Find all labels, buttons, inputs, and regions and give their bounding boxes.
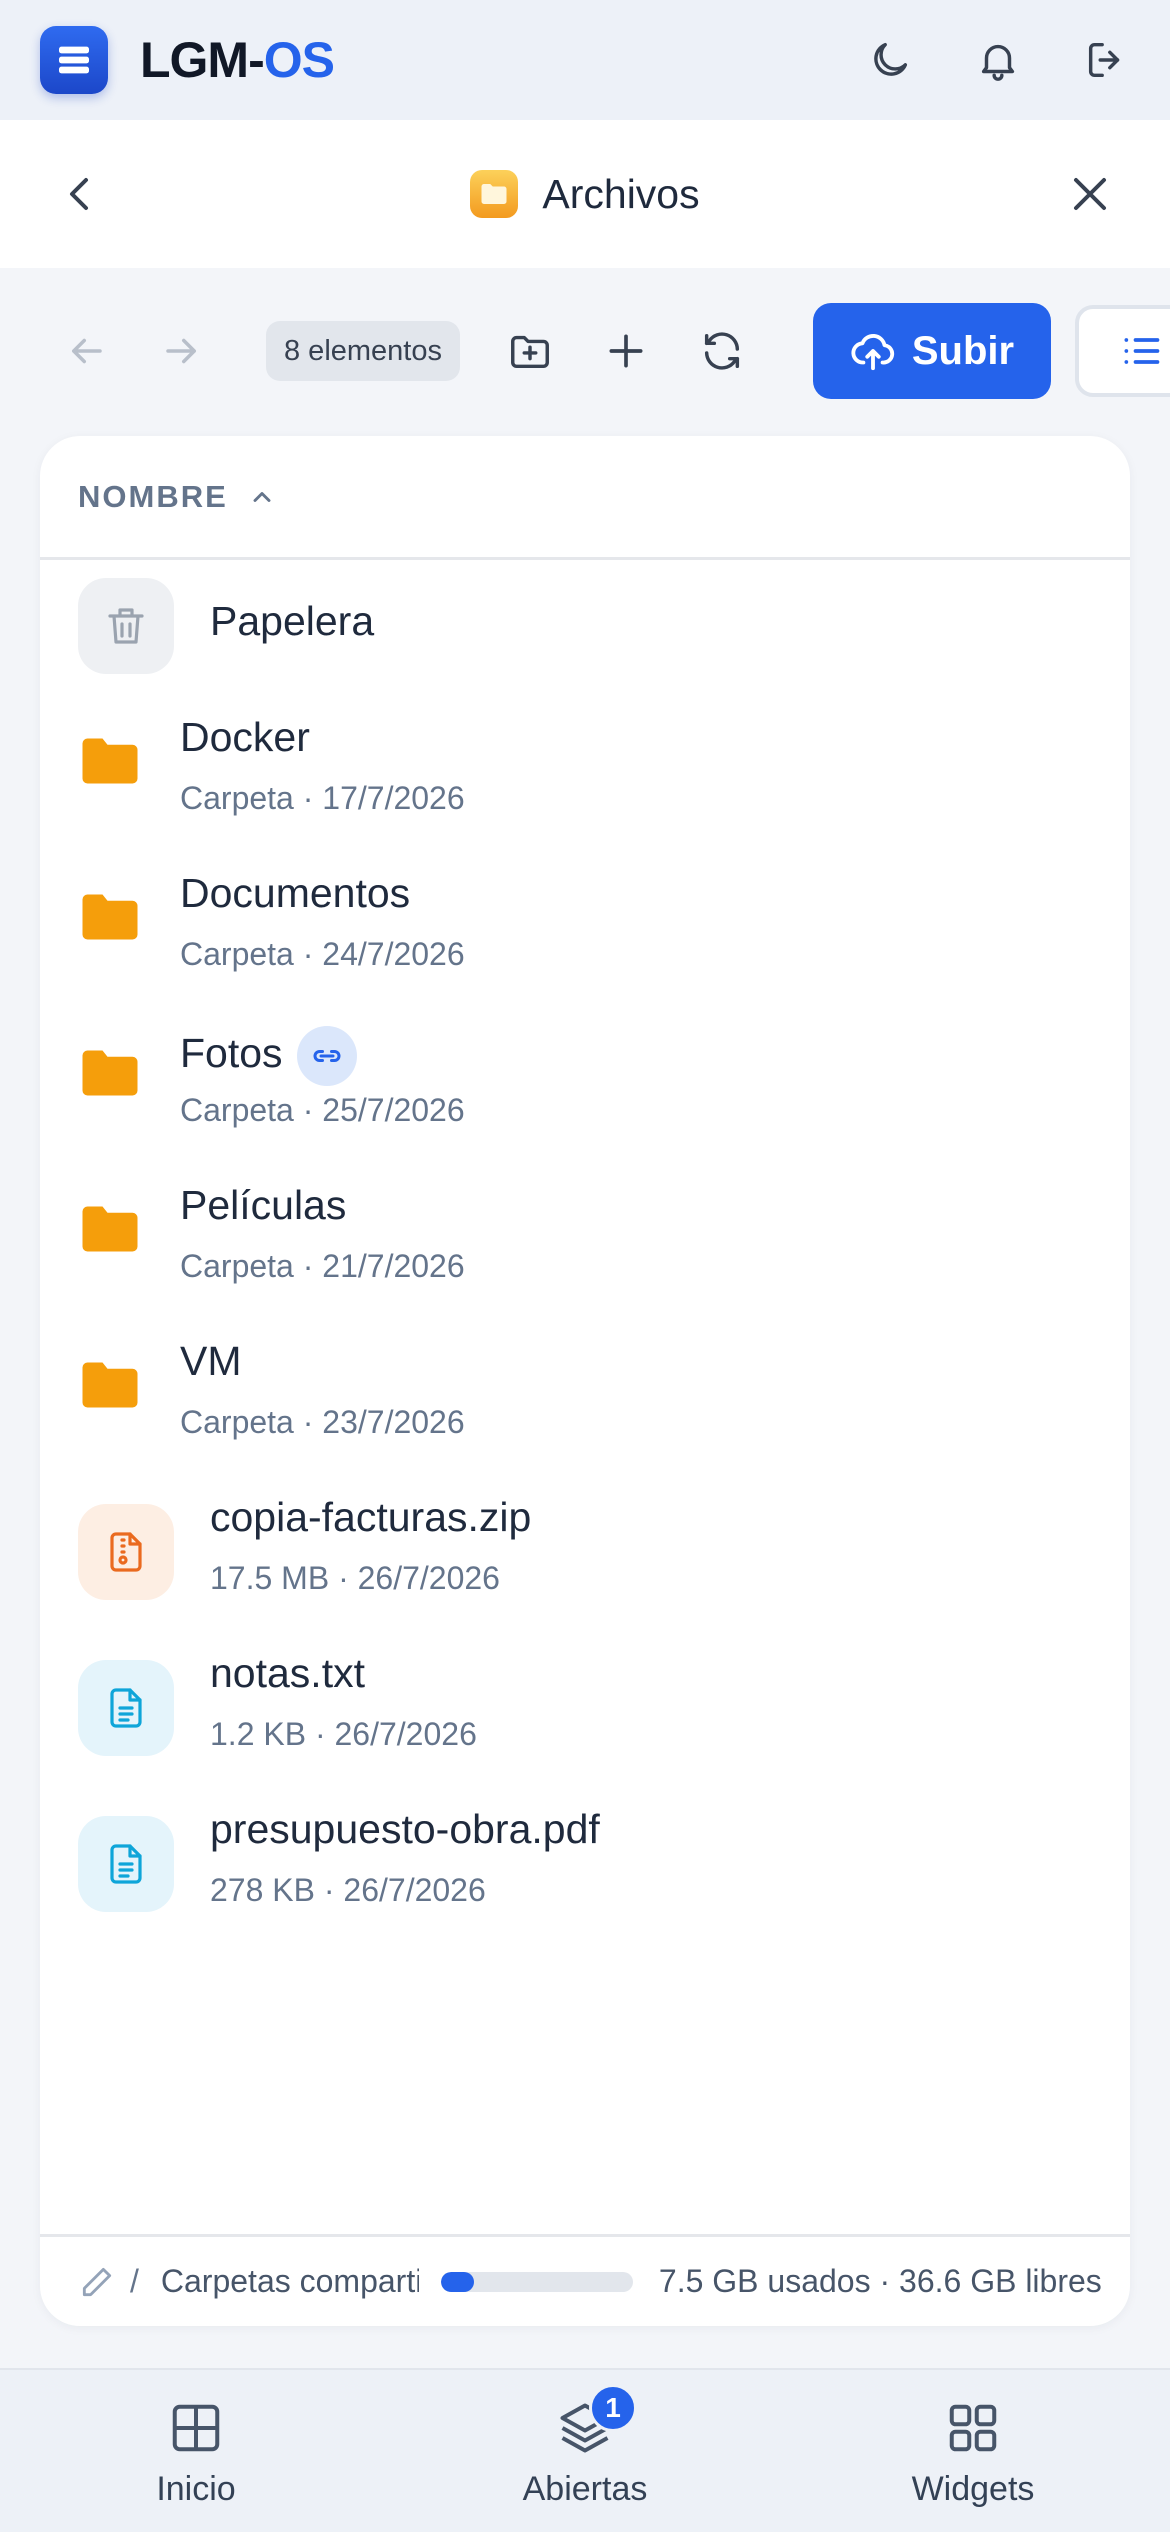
window-header: Archivos (0, 120, 1170, 268)
pencil-icon[interactable] (78, 2263, 116, 2301)
list-view-toggle[interactable] (1075, 305, 1170, 397)
item-count-badge: 8 elementos (266, 321, 460, 381)
storage-progress-fill (440, 2271, 474, 2292)
nav-item-abiertas[interactable]: 1 Abiertas (475, 2384, 695, 2509)
folder-icon (80, 1204, 140, 1259)
column-header-label: NOMBRE (78, 478, 228, 514)
item-name: Películas (180, 1182, 347, 1228)
item-name: notas.txt (210, 1650, 365, 1696)
item-meta: Carpeta · 23/7/2026 (180, 1404, 465, 1440)
nav-item-widgets[interactable]: Widgets (863, 2398, 1083, 2509)
brand-accent: OS (263, 32, 335, 88)
folder-app-icon (470, 170, 519, 218)
top-bar: LGM-OS (0, 0, 1170, 120)
list-item-folder[interactable]: Documentos Carpeta · 24/7/2026 (40, 862, 1130, 1018)
path-separator: / (130, 2263, 139, 2299)
folder-icon (80, 1048, 140, 1103)
item-name: Docker (180, 714, 310, 760)
nav-label: Abiertas (522, 2470, 648, 2508)
item-meta: Carpeta · 24/7/2026 (180, 936, 465, 972)
upload-label: Subir (911, 328, 1015, 373)
cloud-upload-icon (851, 334, 894, 371)
item-name: Papelera (210, 598, 375, 644)
nav-item-inicio[interactable]: Inicio (86, 2398, 306, 2509)
widgets-icon (943, 2398, 1003, 2458)
plus-icon[interactable] (602, 327, 650, 375)
open-count-badge: 1 (589, 2384, 637, 2432)
name-column-header[interactable]: NOMBRE (40, 436, 1130, 560)
history-forward-icon[interactable] (158, 327, 206, 375)
history-back-icon[interactable] (62, 327, 110, 375)
moon-icon[interactable] (866, 36, 914, 84)
storage-progress-bar (440, 2271, 633, 2292)
refresh-icon[interactable] (698, 327, 746, 375)
item-name: VM (180, 1338, 242, 1384)
list-item-folder[interactable]: Películas Carpeta · 21/7/2026 (40, 1174, 1130, 1330)
app-logo-icon[interactable] (40, 26, 108, 94)
item-meta: 17.5 MB · 26/7/2026 (210, 1560, 500, 1596)
sort-ascending-icon (253, 491, 271, 502)
text-file-icon (78, 1660, 174, 1756)
grid-icon (166, 2398, 226, 2458)
breadcrumb-folder[interactable]: Carpetas compartidas (161, 2263, 419, 2300)
text-file-icon (78, 1816, 174, 1912)
new-folder-icon[interactable] (506, 327, 554, 375)
window-title: Archivos (542, 170, 700, 217)
item-name: Fotos (180, 1029, 283, 1076)
bottom-nav: Inicio 1 Abiertas Widgets (0, 2368, 1170, 2532)
zip-file-icon (78, 1504, 174, 1600)
close-icon[interactable] (1066, 170, 1114, 218)
logout-icon[interactable] (1082, 36, 1130, 84)
back-chevron-icon[interactable] (56, 170, 104, 218)
list-view-icon (1124, 338, 1160, 364)
item-meta: 1.2 KB · 26/7/2026 (210, 1716, 477, 1752)
folder-icon (80, 736, 140, 791)
item-name: Documentos (180, 870, 411, 916)
list-item-file[interactable]: presupuesto-obra.pdf 278 KB · 26/7/2026 (40, 1798, 1130, 1954)
layers-icon: 1 (555, 2384, 637, 2458)
item-meta: Carpeta · 17/7/2026 (180, 780, 465, 816)
folder-icon (80, 1360, 140, 1415)
bell-icon[interactable] (974, 36, 1022, 84)
list-item-file[interactable]: notas.txt 1.2 KB · 26/7/2026 (40, 1642, 1130, 1798)
item-name-wrap: Fotos (180, 1026, 357, 1086)
storage-usage-text: 7.5 GB usados · 36.6 GB libres (658, 2263, 1102, 2299)
folder-icon (80, 892, 140, 947)
item-meta: Carpeta · 21/7/2026 (180, 1248, 465, 1284)
file-list-panel: NOMBRE Papelera Docker Carpeta · 17/7/20… (40, 436, 1130, 2326)
item-name: copia-facturas.zip (210, 1494, 532, 1540)
item-name: presupuesto-obra.pdf (210, 1806, 600, 1852)
file-toolbar: 8 elementos Subir (0, 300, 1170, 402)
list-item-folder[interactable]: VM Carpeta · 23/7/2026 (40, 1330, 1130, 1486)
shared-link-icon[interactable] (296, 1026, 357, 1086)
nav-label: Widgets (911, 2470, 1035, 2508)
item-meta: Carpeta · 25/7/2026 (180, 1092, 465, 1128)
item-meta: 278 KB · 26/7/2026 (210, 1872, 486, 1908)
brand-main: LGM- (140, 32, 265, 88)
trash-icon (78, 578, 174, 674)
list-item-file[interactable]: copia-facturas.zip 17.5 MB · 26/7/2026 (40, 1486, 1130, 1642)
storage-footer: / Carpetas compartidas 7.5 GB usados · 3… (40, 2234, 1130, 2326)
list-item-folder[interactable]: Fotos Carpeta · 25/7/2026 (40, 1018, 1130, 1174)
list-item-folder[interactable]: Docker Carpeta · 17/7/2026 (40, 706, 1130, 862)
nav-label: Inicio (156, 2470, 236, 2508)
brand-name: LGM-OS (140, 31, 335, 89)
upload-button[interactable]: Subir (813, 303, 1051, 399)
